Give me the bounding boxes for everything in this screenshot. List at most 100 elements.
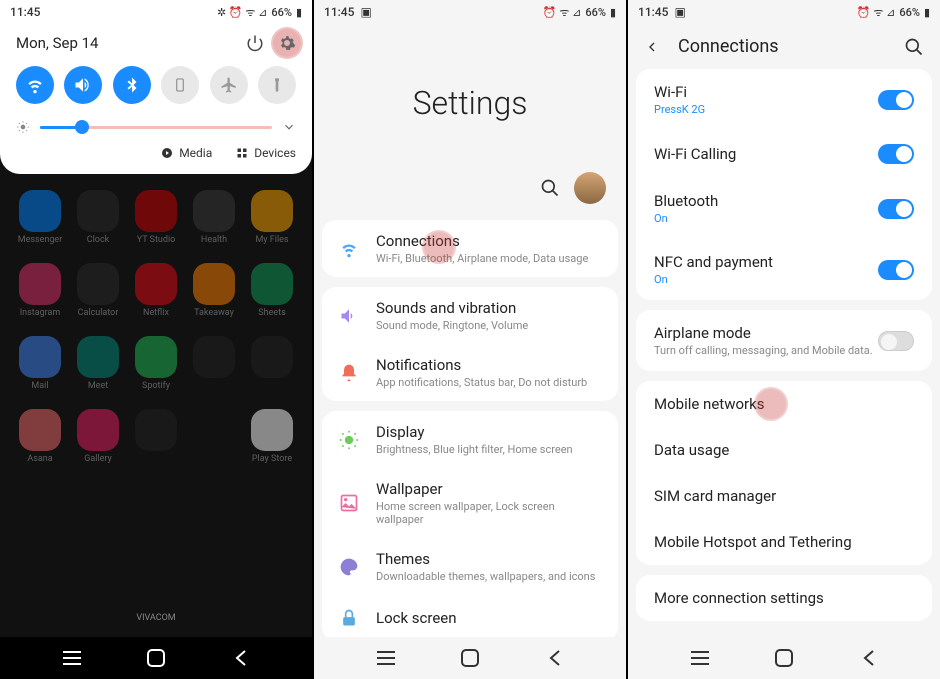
status-bar: 11:45 ▣ ⏰ ᯤ ⊿ 66% ▮ xyxy=(628,0,940,24)
nav-back[interactable] xyxy=(230,648,250,668)
qs-flashlight-toggle[interactable] xyxy=(258,66,296,104)
media-label: Media xyxy=(179,146,212,160)
app-icon[interactable]: Messenger xyxy=(14,190,66,245)
qs-airplane-toggle[interactable] xyxy=(210,66,248,104)
sun-icon xyxy=(338,429,360,451)
conn-item[interactable]: Airplane mode Turn off calling, messagin… xyxy=(636,310,932,371)
chevron-down-icon[interactable] xyxy=(282,120,296,134)
settings-gear-icon[interactable] xyxy=(278,34,296,52)
item-title: More connection settings xyxy=(654,589,914,607)
conn-item[interactable]: NFC and payment On xyxy=(636,239,932,300)
settings-list: Connections Wi-Fi, Bluetooth, Airplane m… xyxy=(314,220,626,641)
settings-group: Sounds and vibration Sound mode, Rington… xyxy=(322,287,618,401)
nav-home[interactable] xyxy=(146,648,166,668)
conn-item[interactable]: Wi-Fi Calling xyxy=(636,130,932,178)
conn-item[interactable]: SIM card manager xyxy=(636,473,932,519)
devices-label: Devices xyxy=(254,146,296,160)
settings-item[interactable]: Lock screen xyxy=(322,595,618,641)
item-title: NFC and payment xyxy=(654,253,878,271)
app-icon[interactable]: Meet xyxy=(72,336,124,391)
toggle[interactable] xyxy=(878,331,914,351)
status-bar: 11:45 ✲ ⏰ ᯤ ⊿ 66% ▮ xyxy=(0,0,312,24)
toggle[interactable] xyxy=(878,90,914,110)
nav-recent[interactable] xyxy=(62,648,82,668)
app-icon[interactable]: My Files xyxy=(246,190,298,245)
app-icon[interactable]: Spotify xyxy=(130,336,182,391)
app-icon[interactable] xyxy=(130,409,182,464)
nav-bar xyxy=(628,637,940,679)
item-title: Sounds and vibration xyxy=(376,299,602,317)
item-title: SIM card manager xyxy=(654,487,914,505)
app-icon[interactable]: Sheets xyxy=(246,263,298,318)
avatar[interactable] xyxy=(574,172,606,204)
media-button[interactable]: Media xyxy=(161,146,212,160)
nav-recent[interactable] xyxy=(376,648,396,668)
nav-bar xyxy=(0,637,312,679)
conn-item[interactable]: Mobile networks xyxy=(636,381,932,427)
nav-back[interactable] xyxy=(858,648,878,668)
settings-group: Connections Wi-Fi, Bluetooth, Airplane m… xyxy=(322,220,618,277)
conn-group: Wi-Fi PressK 2G Wi-Fi Calling Bluetooth … xyxy=(636,69,932,300)
qs-sound-toggle[interactable] xyxy=(64,66,102,104)
back-icon[interactable] xyxy=(644,39,660,55)
qs-rotation-toggle[interactable] xyxy=(161,66,199,104)
status-time: 11:45 xyxy=(324,5,354,19)
connections-header: Connections xyxy=(628,24,940,69)
settings-title: Settings xyxy=(314,24,626,172)
home-screen-apps: MessengerClockYT StudioHealthMy Files Ins… xyxy=(0,180,312,474)
app-icon[interactable]: Clock xyxy=(72,190,124,245)
app-icon[interactable] xyxy=(188,409,240,464)
toggle[interactable] xyxy=(878,199,914,219)
toggle[interactable] xyxy=(878,260,914,280)
qs-date[interactable]: Mon, Sep 14 xyxy=(16,34,98,52)
devices-button[interactable]: Devices xyxy=(236,146,296,160)
brightness-slider[interactable] xyxy=(40,126,272,129)
item-title: Lock screen xyxy=(376,609,602,627)
app-icon[interactable]: Instagram xyxy=(14,263,66,318)
app-icon[interactable]: Asana xyxy=(14,409,66,464)
item-title: Mobile Hotspot and Tethering xyxy=(654,533,914,551)
conn-item[interactable]: Data usage xyxy=(636,427,932,473)
settings-item[interactable]: Wallpaper Home screen wallpaper, Lock sc… xyxy=(322,468,618,538)
item-title: Data usage xyxy=(654,441,914,459)
item-title: Connections xyxy=(376,232,602,250)
palette-icon xyxy=(338,556,360,578)
settings-item[interactable]: Display Brightness, Blue light filter, H… xyxy=(322,411,618,468)
conn-item[interactable]: More connection settings xyxy=(636,575,932,621)
toggle[interactable] xyxy=(878,144,914,164)
conn-item[interactable]: Mobile Hotspot and Tethering xyxy=(636,519,932,565)
power-icon[interactable] xyxy=(246,34,264,52)
search-icon[interactable] xyxy=(904,37,924,57)
app-icon[interactable]: Mail xyxy=(14,336,66,391)
conn-item[interactable]: Wi-Fi PressK 2G xyxy=(636,69,932,130)
app-icon[interactable] xyxy=(246,336,298,391)
app-icon[interactable] xyxy=(188,336,240,391)
conn-item[interactable]: Bluetooth On xyxy=(636,178,932,239)
settings-item[interactable]: Notifications App notifications, Status … xyxy=(322,344,618,401)
app-icon[interactable]: Netflix xyxy=(130,263,182,318)
app-icon[interactable]: Calculator xyxy=(72,263,124,318)
nav-bar xyxy=(314,637,626,679)
search-icon[interactable] xyxy=(540,178,560,198)
nav-home[interactable] xyxy=(460,648,480,668)
qs-wifi-toggle[interactable] xyxy=(16,66,54,104)
settings-item[interactable]: Connections Wi-Fi, Bluetooth, Airplane m… xyxy=(322,220,618,277)
app-icon[interactable]: Takeaway xyxy=(188,263,240,318)
screenshot-icon: ▣ xyxy=(674,5,685,19)
item-subtitle: Sound mode, Ringtone, Volume xyxy=(376,319,602,332)
settings-item[interactable]: Themes Downloadable themes, wallpapers, … xyxy=(322,538,618,595)
item-subtitle: PressK 2G xyxy=(654,103,878,116)
app-icon[interactable]: Gallery xyxy=(72,409,124,464)
qs-bluetooth-toggle[interactable] xyxy=(113,66,151,104)
settings-item[interactable]: Sounds and vibration Sound mode, Rington… xyxy=(322,287,618,344)
nav-recent[interactable] xyxy=(690,648,710,668)
nav-home[interactable] xyxy=(774,648,794,668)
item-title: Mobile networks xyxy=(654,395,914,413)
qs-toggle-row xyxy=(16,66,296,104)
battery-icon: ▮ xyxy=(924,6,930,19)
nav-back[interactable] xyxy=(544,648,564,668)
app-icon[interactable]: Play Store xyxy=(246,409,298,464)
app-icon[interactable]: Health xyxy=(188,190,240,245)
battery-icon: ▮ xyxy=(610,6,616,19)
app-icon[interactable]: YT Studio xyxy=(130,190,182,245)
